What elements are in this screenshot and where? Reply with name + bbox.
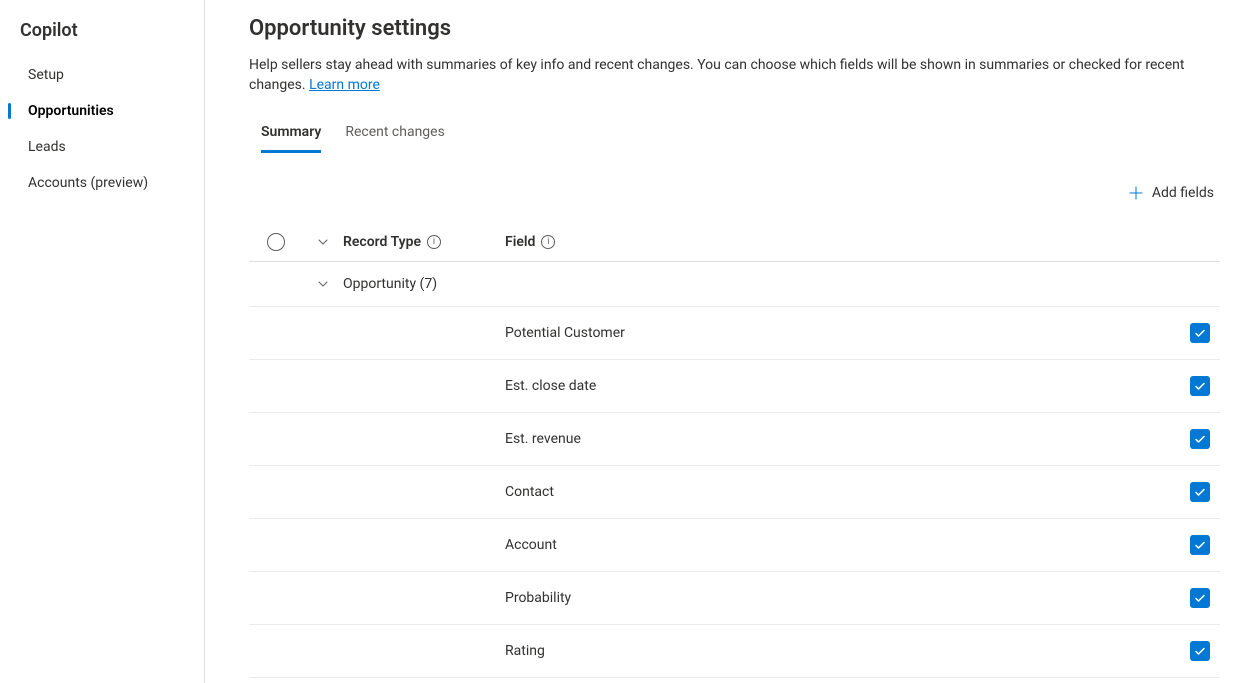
fields-table: Record Type i Field i Opportuni (249, 223, 1220, 678)
chevron-down-icon[interactable] (317, 236, 329, 248)
select-all-checkbox[interactable] (267, 233, 285, 251)
page-description-text: Help sellers stay ahead with summaries o… (249, 57, 1184, 93)
sidebar-item-setup[interactable]: Setup (0, 57, 204, 93)
field-label: Est. close date (505, 378, 596, 394)
field-label: Contact (505, 484, 554, 500)
tabs: Summary Recent changes (249, 116, 1220, 153)
table-row: Est. close date (249, 360, 1220, 413)
table-row: Probability (249, 572, 1220, 625)
page-title: Opportunity settings (249, 16, 1220, 41)
field-label: Est. revenue (505, 431, 581, 447)
info-icon[interactable]: i (427, 235, 441, 249)
header-field: Field (505, 234, 535, 250)
field-label: Rating (505, 643, 545, 659)
field-checkbox[interactable] (1190, 482, 1210, 502)
field-checkbox[interactable] (1190, 429, 1210, 449)
page-description: Help sellers stay ahead with summaries o… (249, 55, 1209, 96)
chevron-down-icon[interactable] (317, 278, 329, 290)
field-label: Potential Customer (505, 325, 625, 341)
add-fields-label: Add fields (1152, 185, 1214, 201)
field-checkbox[interactable] (1190, 588, 1210, 608)
main-content: Opportunity settings Help sellers stay a… (205, 0, 1256, 683)
table-row: Est. revenue (249, 413, 1220, 466)
field-checkbox[interactable] (1190, 641, 1210, 661)
sidebar-item-accounts[interactable]: Accounts (preview) (0, 165, 204, 201)
toolbar: Add fields (249, 181, 1220, 205)
table-row: Potential Customer (249, 307, 1220, 360)
table-row: Rating (249, 625, 1220, 678)
field-checkbox[interactable] (1190, 535, 1210, 555)
field-checkbox[interactable] (1190, 376, 1210, 396)
sidebar-item-opportunities[interactable]: Opportunities (0, 93, 204, 129)
sidebar-item-leads[interactable]: Leads (0, 129, 204, 165)
tab-summary[interactable]: Summary (261, 116, 321, 153)
field-label: Probability (505, 590, 571, 606)
plus-icon (1128, 185, 1144, 201)
field-checkbox[interactable] (1190, 323, 1210, 343)
table-header: Record Type i Field i (249, 223, 1220, 262)
info-icon[interactable]: i (541, 235, 555, 249)
header-record-type: Record Type (343, 234, 421, 250)
group-label: Opportunity (7) (343, 276, 437, 292)
table-row: Account (249, 519, 1220, 572)
sidebar: Copilot Setup Opportunities Leads Accoun… (0, 0, 205, 683)
add-fields-button[interactable]: Add fields (1122, 181, 1220, 205)
table-group-row[interactable]: Opportunity (7) (249, 262, 1220, 307)
learn-more-link[interactable]: Learn more (309, 77, 380, 93)
tab-recent-changes[interactable]: Recent changes (345, 116, 444, 153)
field-label: Account (505, 537, 557, 553)
sidebar-title: Copilot (0, 16, 204, 57)
table-row: Contact (249, 466, 1220, 519)
